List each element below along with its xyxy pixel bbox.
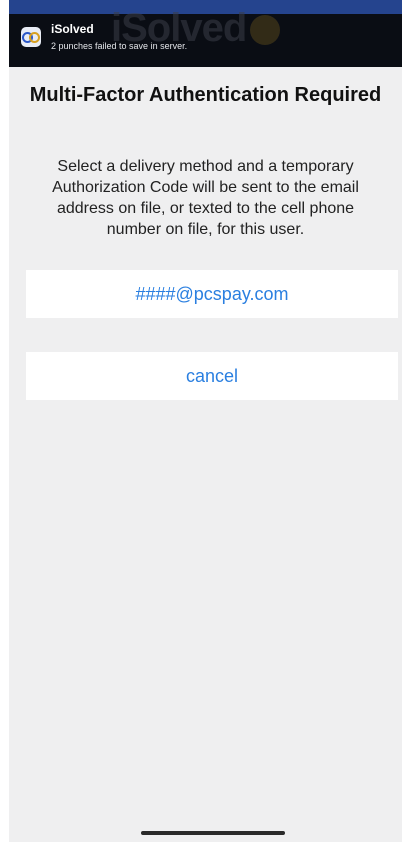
notification-app-name: iSolved	[51, 22, 94, 36]
mfa-description: Select a delivery method and a temporary…	[52, 158, 359, 238]
go-logo-icon	[250, 15, 281, 46]
isolved-go-icon	[21, 27, 41, 47]
home-indicator[interactable]	[141, 831, 285, 835]
notification-message: 2 punches failed to save in server.	[51, 41, 188, 51]
notification-banner[interactable]: iSolved iSolved 2 punches failed to save…	[9, 0, 402, 67]
cancel-button[interactable]: cancel	[26, 352, 398, 400]
page-title: Multi-Factor Authentication Required	[29, 84, 382, 106]
screen: iSolved iSolved 2 punches failed to save…	[9, 0, 402, 842]
email-delivery-button[interactable]: ####@pcspay.com	[26, 270, 398, 318]
